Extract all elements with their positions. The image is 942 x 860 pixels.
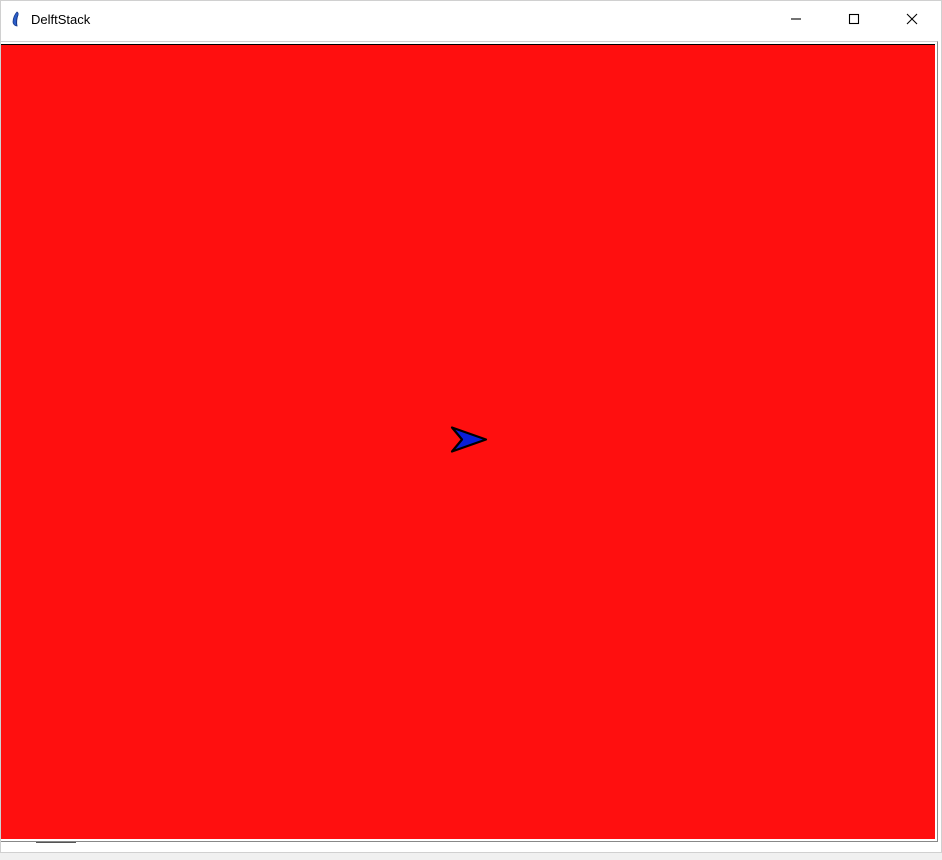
application-window: DelftStack: [0, 0, 942, 853]
status-strip: [1, 842, 938, 846]
turtle-canvas[interactable]: [1, 44, 935, 839]
maximize-button[interactable]: [825, 1, 883, 37]
turtle-cursor-icon: [446, 418, 490, 467]
window-content: [1, 37, 941, 852]
title-bar[interactable]: DelftStack: [1, 1, 941, 37]
canvas-frame: [1, 41, 938, 842]
status-mark: [36, 842, 76, 843]
window-title: DelftStack: [31, 12, 767, 27]
window-controls: [767, 1, 941, 37]
close-button[interactable]: [883, 1, 941, 37]
minimize-button[interactable]: [767, 1, 825, 37]
turtle-arrow-shape: [452, 428, 486, 452]
feather-icon: [9, 11, 25, 27]
